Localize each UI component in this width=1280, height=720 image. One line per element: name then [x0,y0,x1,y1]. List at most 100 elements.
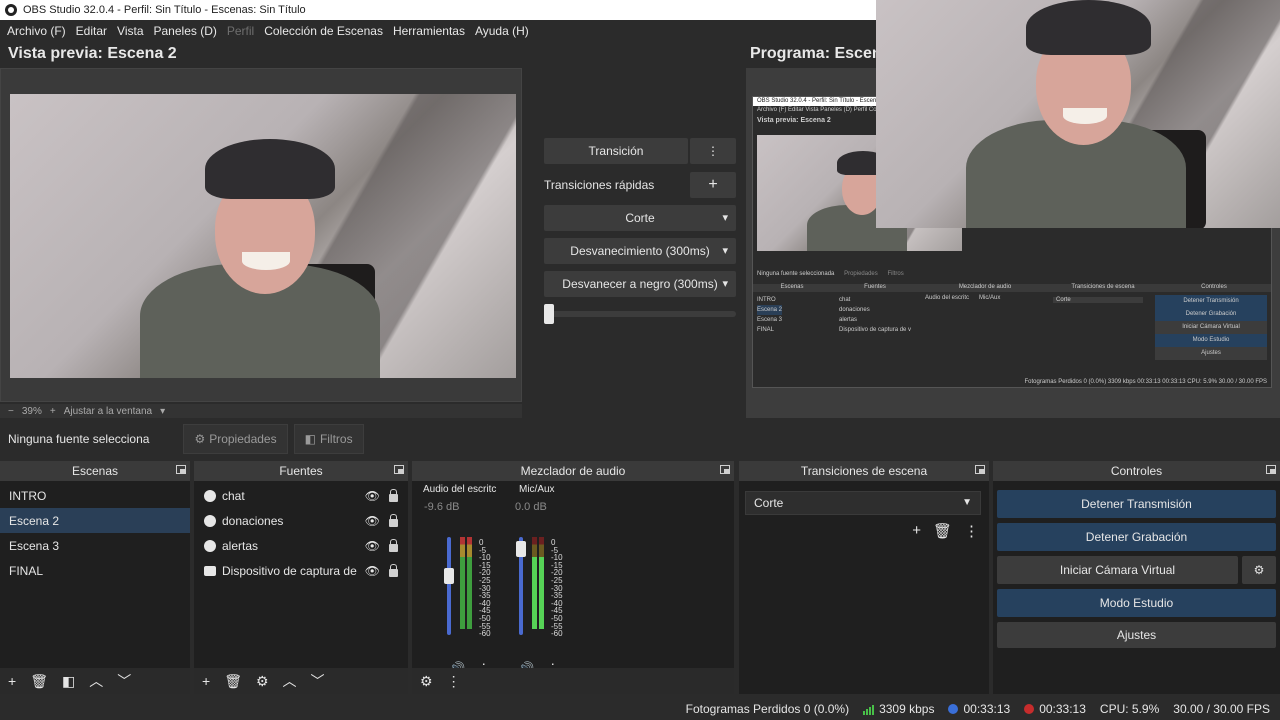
controls-body: Detener Transmisión Detener Grabación In… [993,481,1280,648]
zoom-in-button[interactable]: + [50,406,56,417]
quick-transition-cut[interactable]: Corte ▾ [544,205,736,231]
fader-knob[interactable] [516,541,526,557]
filter-icon[interactable]: ◧ [62,673,75,690]
gear-icon: ⚙ [194,432,206,446]
add-quick-transition-button[interactable]: + [690,172,736,198]
menu-scene-collection[interactable]: Colección de Escenas [264,24,383,38]
preview-webcam-image [10,94,516,378]
mixer-dock-header: Mezclador de audio [412,461,734,481]
quick-transition-fade[interactable]: Desvanecimiento (300ms) ▾ [544,238,736,264]
chevron-down-icon: ▾ [722,278,728,290]
zoom-out-button[interactable]: − [8,406,14,417]
volume-fader[interactable] [516,537,526,635]
source-item-donaciones[interactable]: donaciones 👁 [194,508,408,533]
mini-filters: Filtros [887,271,904,277]
gear-icon[interactable]: ⚙ [256,673,269,690]
mini-sources: chat donaciones alertas Dispositivo de c… [839,295,911,335]
channel-name: Mic/Aux [519,484,555,495]
virtual-camera-settings-button[interactable]: ⚙ [1242,556,1276,584]
transition-actions: + 🗑 ⋮ [912,522,979,540]
mini-dock-scenes: Escenas [780,284,804,290]
menu-edit[interactable]: Editar [76,24,107,38]
chevron-up-icon[interactable]: ︿ [89,671,103,691]
record-time: 00:33:13 [1024,702,1086,716]
undock-icon[interactable] [720,465,730,474]
preview-canvas[interactable] [0,68,522,402]
undock-icon[interactable] [176,465,186,474]
volume-fader[interactable] [444,537,454,635]
properties-label: Propiedades [209,432,277,446]
scenes-toolbar: + 🗑 ◧ ︿ ﹀ [0,668,190,694]
chevron-down-icon[interactable]: ﹀ [117,671,131,691]
add-scene-icon[interactable]: + [8,673,16,689]
more-vertical-icon: ⋮ [707,144,719,158]
mini-none-selected: Ninguna fuente seleccionada [757,271,835,277]
volume-meter [460,537,472,629]
eye-icon[interactable]: 👁 [365,514,380,528]
plus-icon[interactable]: + [912,522,921,540]
undock-icon[interactable] [1266,465,1276,474]
mini-scene: FINAL [757,327,775,333]
controls-dock-header: Controles [993,461,1280,481]
filters-button[interactable]: ◧ Filtros [293,424,364,454]
menu-bar: Archivo (F) Editar Vista Paneles (D) Per… [0,20,876,42]
fit-window-label[interactable]: Ajustar a la ventana [64,406,152,417]
lock-icon[interactable] [389,489,398,502]
trash-icon[interactable]: 🗑 [30,673,48,690]
source-item-capture-device[interactable]: Dispositivo de captura de v 👁 [194,558,408,583]
quick-transition-fade-black-label: Desvanecer a negro (300ms) [562,277,718,291]
settings-button[interactable]: Ajustes [997,622,1276,648]
quick-transition-fade-black[interactable]: Desvanecer a negro (300ms) ▾ [544,271,736,297]
start-virtual-camera-button[interactable]: Iniciar Cámara Virtual [997,556,1238,584]
transition-button[interactable]: Transición [544,138,688,164]
add-source-icon[interactable]: + [202,673,210,689]
chevron-up-icon[interactable]: ︿ [283,671,297,691]
studio-mode-button[interactable]: Modo Estudio [997,589,1276,617]
stop-streaming-button[interactable]: Detener Transmisión [997,490,1276,518]
mini-properties: Propiedades [844,271,878,277]
eye-icon[interactable]: 👁 [365,539,380,553]
more-vertical-icon[interactable]: ⋮ [447,673,461,690]
eye-icon[interactable]: 👁 [365,564,380,578]
mini-dock-controls: Controles [1201,284,1227,290]
undock-icon[interactable] [975,465,985,474]
transition-slider[interactable] [544,304,736,324]
meter-scale: 0 -5 -10 -15 -20 -25 -30 -35 -40 -45 -50 -55 -60 [551,538,563,639]
scenes-dock: Escenas INTRO Escena 2 Escena 3 FINAL + … [0,461,190,694]
scene-item-escena-2[interactable]: Escena 2 [0,508,190,533]
transition-menu-button[interactable]: ⋮ [690,138,736,164]
stop-recording-button[interactable]: Detener Grabación [997,523,1276,551]
menu-file[interactable]: Archivo (F) [7,24,66,38]
lock-icon[interactable] [389,539,398,552]
menu-tools[interactable]: Herramientas [393,24,465,38]
mixer-dock-title: Mezclador de audio [520,464,626,478]
more-vertical-icon[interactable]: ⋮ [964,522,979,540]
undock-icon[interactable] [394,465,404,474]
scene-item-intro[interactable]: INTRO [0,483,190,508]
lock-icon[interactable] [389,514,398,527]
eye-icon[interactable]: 👁 [365,489,380,503]
chevron-down-icon[interactable]: ▾ [160,406,165,417]
mixer-channels: Audio del escritc -9.6 dB 0 -5 -10 -15 -20 -2… [412,481,734,676]
transition-select[interactable]: Corte ▼ [745,491,981,515]
properties-button[interactable]: ⚙ Propiedades [183,424,288,454]
stream-time: 00:33:13 [948,702,1010,716]
source-label: chat [222,488,245,503]
scene-item-final[interactable]: FINAL [0,558,190,583]
advanced-audio-gear-icon[interactable]: ⚙ [420,673,433,690]
menu-profile[interactable]: Perfil [227,24,254,38]
transition-slider-handle[interactable] [544,304,554,324]
trash-icon[interactable]: 🗑 [933,522,952,540]
scene-item-escena-3[interactable]: Escena 3 [0,533,190,558]
lock-icon[interactable] [389,564,398,577]
mini-dock-sources: Fuentes [864,284,886,290]
trash-icon[interactable]: 🗑 [224,673,242,690]
menu-help[interactable]: Ayuda (H) [475,24,529,38]
chevron-down-icon[interactable]: ﹀ [311,671,325,691]
webcam-overlay-window [876,0,1280,228]
fader-knob[interactable] [444,568,454,584]
source-item-alertas[interactable]: alertas 👁 [194,533,408,558]
menu-view[interactable]: Vista [117,24,143,38]
source-item-chat[interactable]: chat 👁 [194,483,408,508]
menu-docks[interactable]: Paneles (D) [154,24,217,38]
